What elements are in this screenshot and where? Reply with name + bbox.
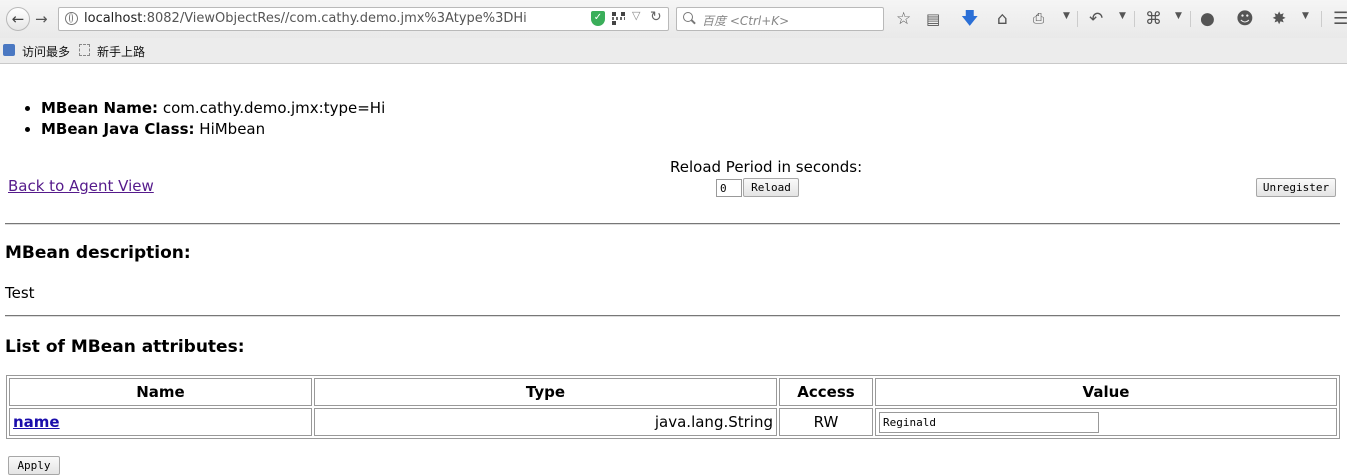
description-text: Test: [5, 284, 35, 302]
chat-bubble-icon[interactable]: ●: [1200, 9, 1215, 29]
extension-icon[interactable]: ✸: [1272, 9, 1286, 29]
crop-icon[interactable]: ⌘: [1145, 9, 1162, 29]
attribute-value-input[interactable]: Reginald: [879, 411, 1099, 433]
address-bar[interactable]: localhost:8082/ViewObjectRes//com.cathy.…: [58, 7, 669, 31]
back-arrow-icon[interactable]: ←: [6, 7, 30, 31]
undo-dropdown-icon[interactable]: ▼: [1119, 11, 1126, 21]
toolbar-separator: [1134, 11, 1135, 27]
attribute-type-cell: java.lang.String: [314, 408, 777, 436]
undo-icon[interactable]: ↶: [1089, 9, 1103, 29]
unregister-button[interactable]: Unregister: [1256, 178, 1336, 197]
printer-icon[interactable]: ⎙: [1033, 9, 1044, 29]
column-header-access: Access: [779, 378, 873, 406]
attribute-name-link[interactable]: name: [13, 413, 60, 431]
emoji-icon[interactable]: ☻: [1236, 9, 1254, 29]
attribute-name-cell: name: [9, 408, 312, 436]
mbean-name-item: MBean Name: com.cathy.demo.jmx:type=Hi: [41, 98, 385, 119]
reload-button[interactable]: Reload: [743, 178, 799, 197]
divider: [5, 223, 1340, 225]
toolbar-separator: [1077, 11, 1078, 27]
column-header-value: Value: [875, 378, 1337, 406]
refresh-icon[interactable]: ↻: [650, 9, 662, 25]
bookmark-most-visited[interactable]: 访问最多: [22, 43, 70, 60]
browser-toolbar: ← → localhost:8082/ViewObjectRes//com.ca…: [0, 0, 1347, 38]
column-header-type: Type: [314, 378, 777, 406]
dropdown-arrow-icon[interactable]: ▽: [632, 9, 640, 22]
mbean-class-item: MBean Java Class: HiMbean: [41, 119, 385, 140]
toolbar-separator: [1190, 11, 1191, 27]
bookmarks-bar: 访问最多 新手上路: [0, 38, 1347, 64]
attributes-heading: List of MBean attributes:: [5, 337, 245, 357]
attribute-value-cell: Reginald: [875, 408, 1337, 436]
table-header-row: Name Type Access Value: [9, 378, 1337, 406]
back-to-agent-view-link[interactable]: Back to Agent View: [8, 177, 154, 195]
bookmark-page-icon: [79, 44, 90, 56]
attribute-access-cell: RW: [779, 408, 873, 436]
shield-icon[interactable]: ✓: [591, 11, 605, 26]
bookmark-folder-icon: [3, 44, 15, 56]
attributes-table: Name Type Access Value name java.lang.St…: [6, 375, 1340, 439]
description-heading: MBean description:: [5, 243, 191, 263]
search-placeholder: 百度 <Ctrl+K>: [702, 14, 790, 28]
download-arrow-icon[interactable]: 🡇: [961, 9, 978, 29]
extension-dropdown-icon[interactable]: ▼: [1302, 11, 1309, 21]
divider: [5, 315, 1340, 317]
apply-button[interactable]: Apply: [8, 456, 60, 475]
bookmark-getting-started[interactable]: 新手上路: [97, 43, 145, 60]
mbean-info-list: MBean Name: com.cathy.demo.jmx:type=Hi M…: [20, 98, 385, 140]
column-header-name: Name: [9, 378, 312, 406]
reload-period-label: Reload Period in seconds:: [670, 158, 863, 176]
search-icon: [683, 12, 693, 22]
reload-period-input[interactable]: [716, 179, 742, 197]
table-row: name java.lang.String RW Reginald: [9, 408, 1337, 436]
menu-icon[interactable]: ☰: [1333, 9, 1347, 29]
reading-list-icon[interactable]: ▤: [926, 9, 940, 29]
forward-arrow-icon[interactable]: →: [35, 8, 48, 30]
home-icon[interactable]: ⌂: [997, 9, 1008, 29]
printer-dropdown-icon[interactable]: ▼: [1063, 11, 1070, 21]
search-bar[interactable]: 百度 <Ctrl+K>: [676, 7, 884, 31]
qr-code-icon[interactable]: [612, 12, 625, 25]
crop-dropdown-icon[interactable]: ▼: [1175, 11, 1182, 21]
toolbar-separator: [1321, 11, 1322, 27]
page-content: MBean Name: com.cathy.demo.jmx:type=Hi M…: [0, 64, 1347, 475]
url-text[interactable]: localhost:8082/ViewObjectRes//com.cathy.…: [84, 11, 527, 26]
bookmark-star-icon[interactable]: ☆: [896, 9, 911, 29]
globe-icon: [65, 12, 78, 25]
